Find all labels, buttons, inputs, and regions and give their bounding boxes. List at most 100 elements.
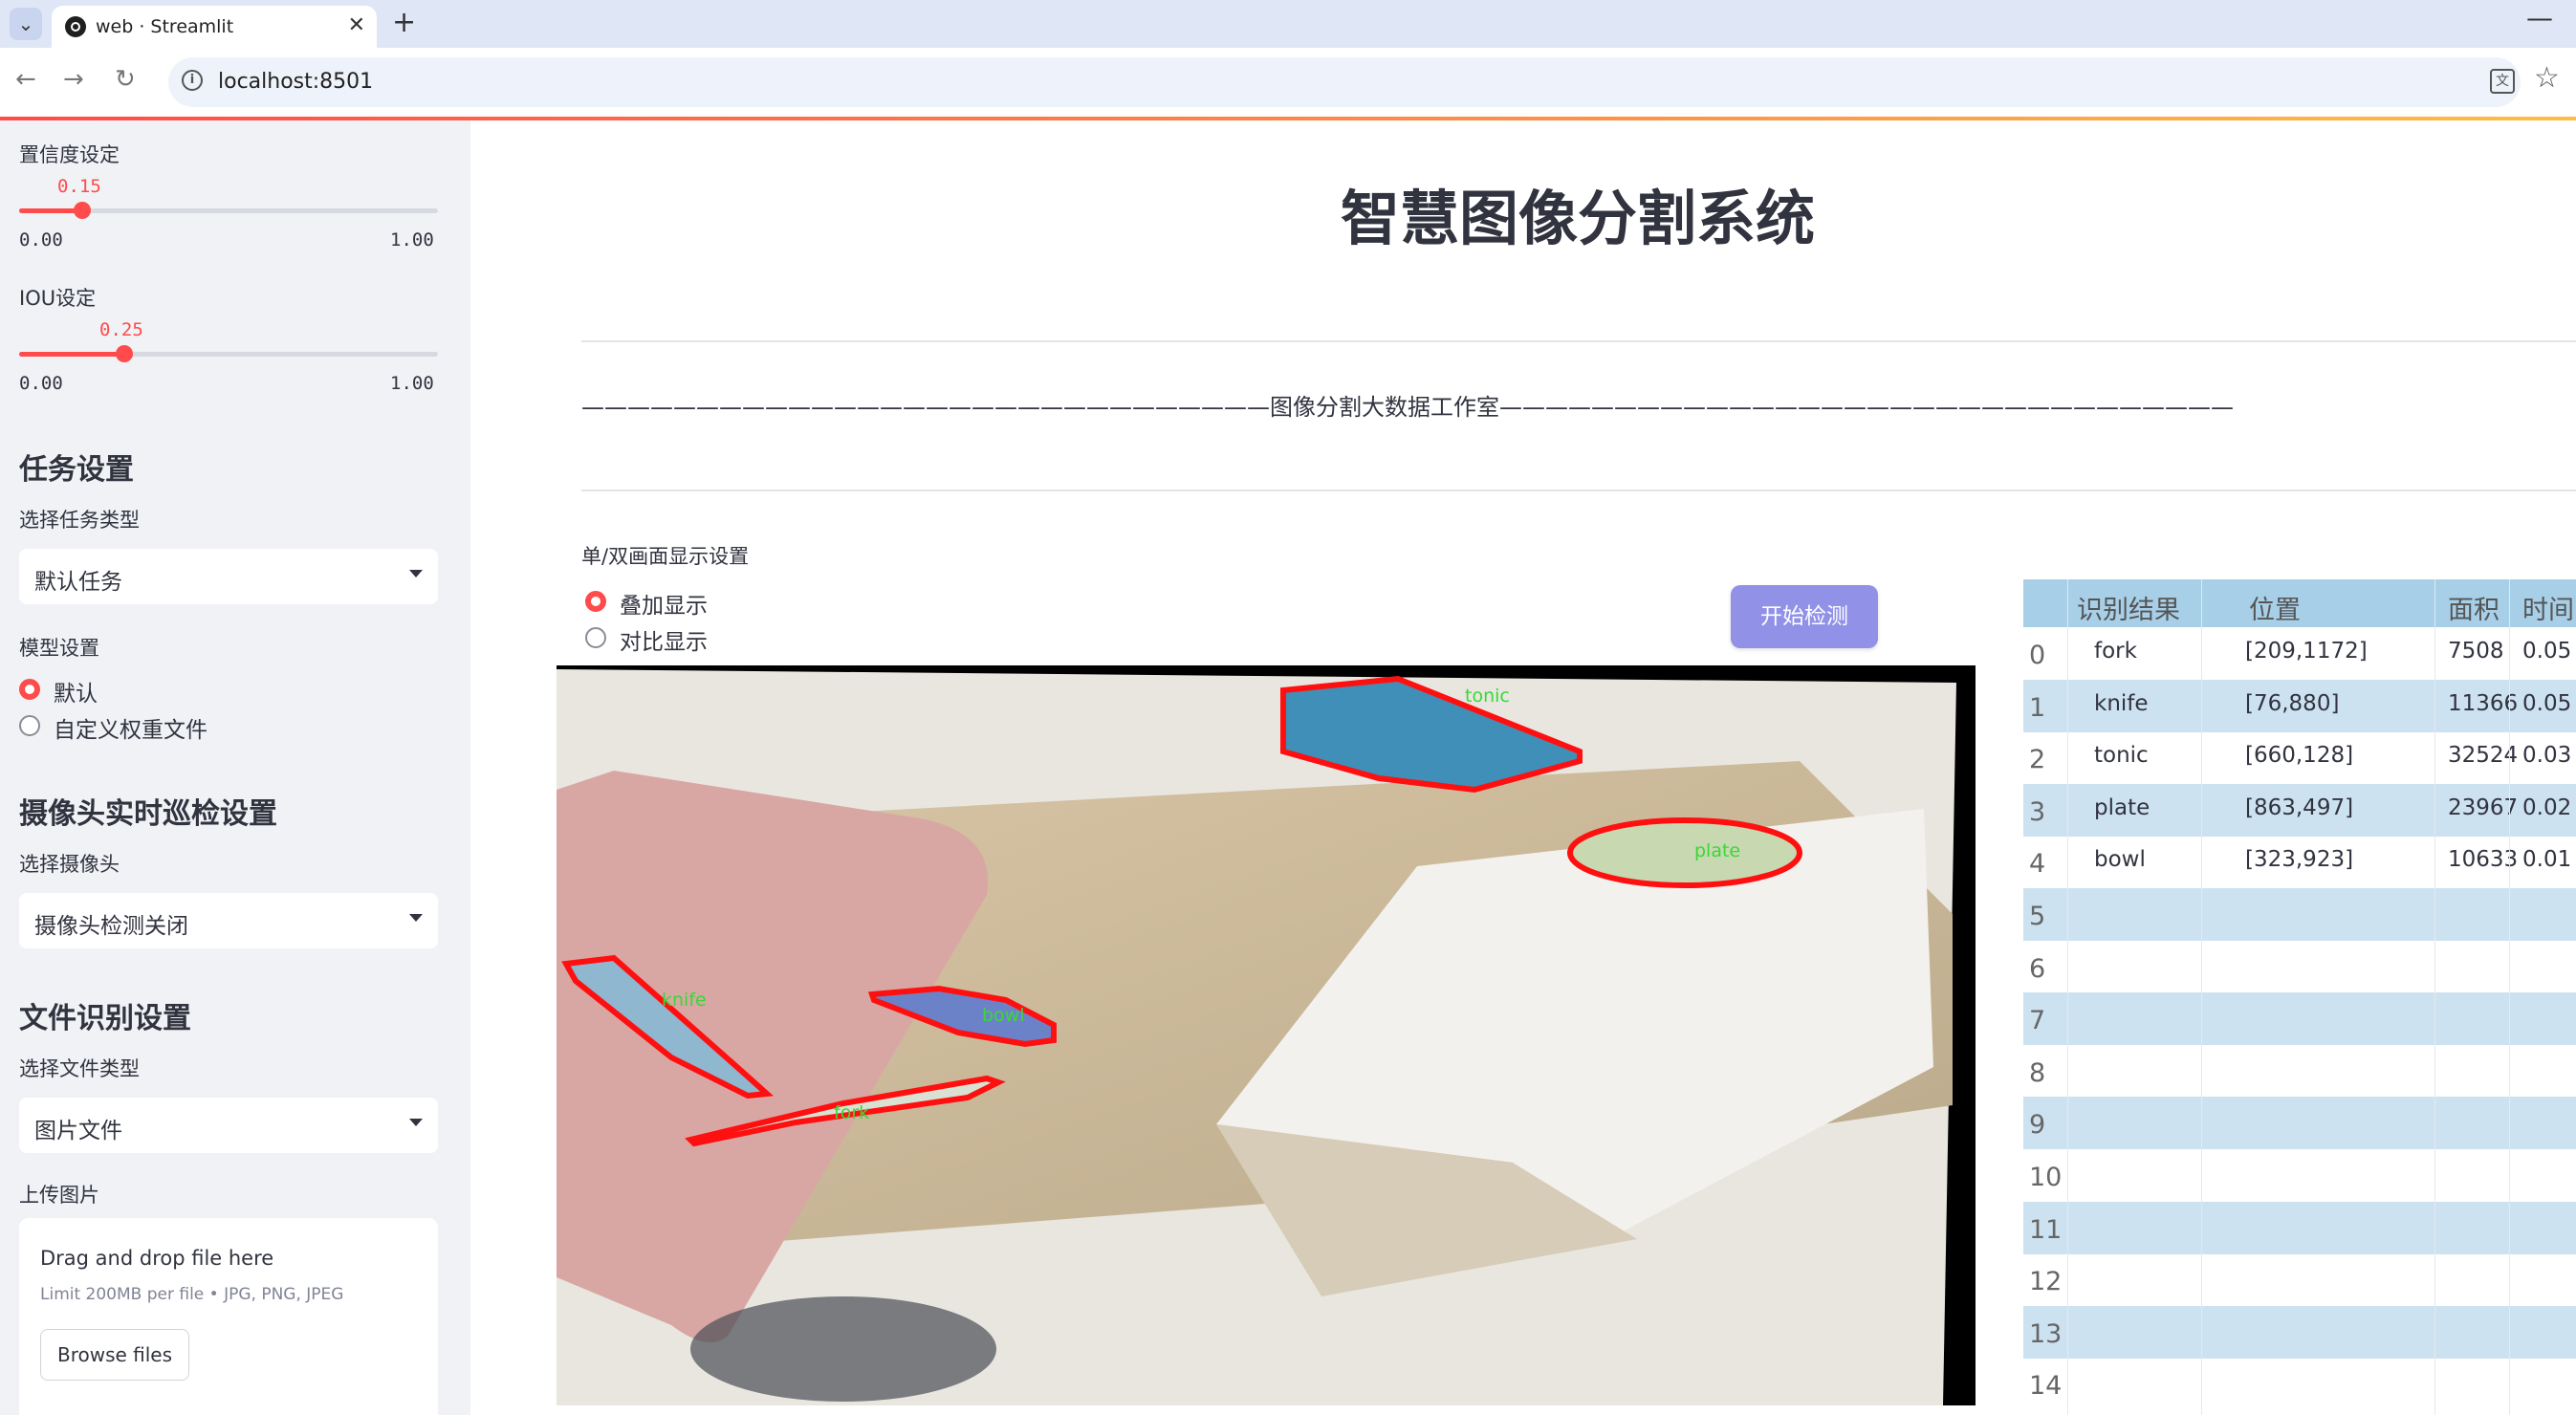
file-uploader-dropzone[interactable]: Drag and drop file here Limit 200MB per … [19, 1218, 438, 1415]
row-index: 9 [2029, 1110, 2046, 1141]
row-index: 2 [2029, 745, 2046, 775]
radio-selected-icon[interactable] [19, 679, 40, 700]
row-index: 5 [2029, 902, 2046, 931]
upload-limit-text: Limit 200MB per file • JPG, PNG, JPEG [40, 1285, 344, 1304]
confidence-slider-thumb[interactable] [74, 202, 91, 219]
task-type-value: 默认任务 [34, 570, 122, 595]
site-info-icon[interactable]: i [182, 70, 203, 91]
mask-label-plate: plate [1694, 840, 1740, 861]
radio-unselected-icon[interactable] [585, 627, 606, 648]
translate-icon[interactable]: 文 [2490, 69, 2515, 94]
table-row[interactable]: 11 [2023, 1201, 2576, 1254]
table-row[interactable]: 12 [2023, 1253, 2576, 1306]
table-row[interactable]: 2 tonic [660,128] 32524 0.03 [2023, 731, 2576, 784]
tab-search-chevron-icon[interactable]: ⌄ [10, 8, 42, 40]
table-row[interactable]: 8 [2023, 1045, 2576, 1098]
row-index: 10 [2029, 1163, 2063, 1192]
sidebar: 置信度设定 0.15 0.00 1.00 IOU设定 0.25 0.00 1.0… [0, 120, 470, 1415]
iou-min: 0.00 [19, 373, 63, 394]
table-row[interactable]: 0 fork [209,1172] 7508 0.05 [2023, 627, 2576, 680]
table-cell-area: 23967 [2448, 795, 2519, 820]
chevron-down-icon [409, 1119, 423, 1126]
row-index: 13 [2029, 1318, 2063, 1349]
table-cell-result: fork [2094, 639, 2137, 664]
table-row[interactable]: 6 [2023, 941, 2576, 993]
table-header-row: 识别结果 位置 面积 时间 [2023, 579, 2576, 627]
column-divider [2434, 579, 2435, 1415]
new-tab-plus-icon[interactable]: + [392, 6, 416, 39]
segmentation-canvas: tonic plate knife bowl fork [557, 665, 1976, 1405]
table-cell-position: [660,128] [2245, 743, 2354, 769]
row-index: 3 [2029, 796, 2046, 827]
table-row[interactable]: 4 bowl [323,923] 10633 0.01 [2023, 836, 2576, 888]
camera-select-value: 摄像头检测关闭 [34, 914, 188, 939]
confidence-slider[interactable] [19, 202, 438, 219]
row-index: 8 [2029, 1057, 2046, 1088]
table-cell-area: 32524 [2448, 743, 2519, 769]
row-index: 7 [2029, 1006, 2046, 1036]
table-row[interactable]: 1 knife [76,880] 11366 0.05 [2023, 679, 2576, 732]
iou-slider[interactable] [19, 345, 438, 362]
table-cell-area: 7508 [2448, 639, 2504, 664]
tab-close-icon[interactable]: ✕ [348, 13, 365, 37]
start-detection-button[interactable]: 开始检测 [1731, 585, 1878, 648]
table-row[interactable]: 14 [2023, 1358, 2576, 1410]
results-table[interactable]: 识别结果 位置 面积 时间 0 fork [209,1172] 7508 0.05 1 knife [… [2023, 579, 2576, 1415]
file-type-label: 选择文件类型 [19, 1057, 140, 1080]
iou-max: 1.00 [390, 373, 434, 394]
display-mode-label: 单/双画面显示设置 [581, 545, 750, 568]
table-cell-time: 0.01 [2522, 847, 2572, 873]
page-title: 智慧图像分割系统 [1340, 184, 1815, 253]
task-settings-heading: 任务设置 [19, 453, 134, 487]
table-row[interactable]: 5 [2023, 888, 2576, 941]
chevron-down-icon [409, 914, 423, 922]
table-cell-time: 0.05 [2522, 690, 2572, 716]
table-cell-result: bowl [2094, 847, 2146, 873]
table-cell-position: [209,1172] [2245, 639, 2368, 664]
url-field[interactable]: i localhost:8501 [168, 57, 2521, 107]
table-cell-area: 10633 [2448, 847, 2519, 873]
table-row[interactable]: 10 [2023, 1149, 2576, 1202]
mask-plate [1567, 817, 1802, 888]
column-header[interactable]: 识别结果 [2077, 589, 2180, 626]
model-option-label: 默认 [54, 682, 98, 707]
forward-arrow-icon[interactable]: → [63, 65, 84, 94]
row-index: 0 [2029, 641, 2046, 670]
bookmark-star-icon[interactable]: ☆ [2534, 61, 2560, 95]
table-row[interactable]: 7 [2023, 992, 2576, 1046]
file-type-select[interactable]: 图片文件 [19, 1098, 438, 1153]
url-text[interactable]: localhost:8501 [218, 70, 373, 94]
camera-select[interactable]: 摄像头检测关闭 [19, 893, 438, 948]
iou-slider-fill [19, 352, 124, 357]
row-index: 4 [2029, 849, 2046, 880]
table-row[interactable]: 3 plate [863,497] 23967 0.02 [2023, 783, 2576, 837]
address-bar: ← → ↻ i localhost:8501 文 ☆ [0, 48, 2576, 117]
tab-title: web · Streamlit [96, 16, 234, 37]
scene-dark-object [690, 1296, 996, 1402]
column-header[interactable]: 位置 [2249, 589, 2301, 626]
confidence-value: 0.15 [57, 176, 101, 197]
browser-tab[interactable]: web · Streamlit ✕ [52, 6, 377, 48]
radio-unselected-icon[interactable] [19, 715, 40, 736]
table-cell-position: [863,497] [2245, 795, 2354, 820]
table-cell-time: 0.05 [2522, 639, 2572, 664]
display-option-label: 叠加显示 [620, 594, 708, 619]
iou-slider-thumb[interactable] [116, 345, 133, 362]
mask-label-knife: knife [662, 990, 707, 1011]
table-cell-area: 11366 [2448, 690, 2519, 716]
table-row[interactable]: 9 [2023, 1097, 2576, 1150]
reload-icon[interactable]: ↻ [115, 65, 136, 94]
radio-selected-icon[interactable] [585, 591, 606, 612]
table-row[interactable]: 13 [2023, 1305, 2576, 1359]
column-header[interactable]: 时间 [2522, 589, 2574, 626]
table-cell-time: 0.03 [2522, 743, 2572, 769]
column-header[interactable]: 面积 [2448, 589, 2500, 626]
display-option-label: 对比显示 [620, 630, 708, 655]
back-arrow-icon[interactable]: ← [15, 65, 36, 94]
table-cell-result: tonic [2094, 743, 2149, 769]
browse-files-button[interactable]: Browse files [40, 1329, 189, 1381]
minimize-window-icon[interactable]: — [2526, 2, 2553, 33]
confidence-label: 置信度设定 [19, 143, 120, 166]
chevron-down-icon [409, 570, 423, 577]
task-type-select[interactable]: 默认任务 [19, 549, 438, 604]
